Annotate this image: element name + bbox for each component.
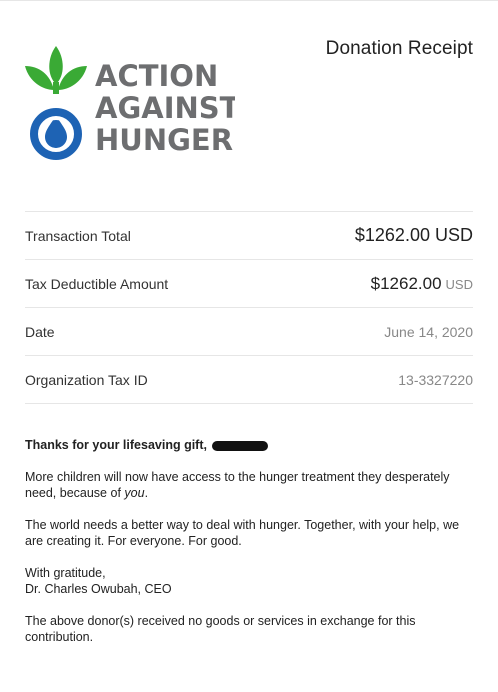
tax-id-row: Organization Tax ID 13-3327220 <box>25 355 473 404</box>
top-divider <box>0 0 498 1</box>
tax-deductible-row: Tax Deductible Amount $1262.00 USD <box>25 259 473 307</box>
receipt-details: Transaction Total $1262.00 USD Tax Deduc… <box>25 211 473 404</box>
logo-line-2: AGAINST <box>95 91 235 125</box>
impact-emphasis: you <box>124 486 145 500</box>
impact-text: More children will now have access to th… <box>25 470 450 500</box>
leaf-icon <box>25 46 87 94</box>
thanks-heading: Thanks for your lifesaving gift, <box>25 437 473 453</box>
date-label: Date <box>25 323 55 340</box>
transaction-total-amount: $1262.00 <box>354 225 430 245</box>
disclaimer-text: The above donor(s) received no goods or … <box>25 614 416 644</box>
transaction-total-label: Transaction Total <box>25 227 131 244</box>
transaction-total-row: Transaction Total $1262.00 USD <box>25 211 473 259</box>
tax-deductible-unit: USD <box>445 276 473 292</box>
signature-closing: With gratitude, <box>25 566 106 580</box>
receipt-title: Donation Receipt <box>325 38 473 59</box>
redacted-name <box>212 440 269 451</box>
thanks-text: Thanks for your lifesaving gift, <box>25 438 207 452</box>
date-value: June 14, 2020 <box>384 323 473 340</box>
date-row: Date June 14, 2020 <box>25 307 473 355</box>
transaction-total-unit: USD <box>434 225 473 245</box>
water-drop-icon <box>30 108 82 160</box>
signature-block: With gratitude, Dr. Charles Owubah, CEO <box>25 565 473 597</box>
impact-end: . <box>144 486 149 500</box>
impact-paragraph: More children will now have access to th… <box>25 469 473 501</box>
transaction-total-value: $1262.00 USD <box>355 225 473 246</box>
action-against-hunger-logo: ACTION AGAINST HUNGER <box>25 46 235 160</box>
tax-id-value: 13-3327220 <box>398 371 473 388</box>
signature-name: Dr. Charles Owubah, CEO <box>25 582 172 596</box>
logo-line-3: HUNGER <box>95 123 233 157</box>
tax-id-label: Organization Tax ID <box>25 371 148 388</box>
receipt-header: ACTION AGAINST HUNGER Donation Receipt <box>25 38 473 168</box>
thank-you-message: Thanks for your lifesaving gift, More ch… <box>25 437 473 661</box>
logo-line-1: ACTION <box>95 59 218 93</box>
tax-deductible-amount: $1262.00 <box>370 273 442 293</box>
tax-deductible-label: Tax Deductible Amount <box>25 275 169 292</box>
tax-deductible-value: $1262.00 USD <box>371 274 473 294</box>
mission-paragraph: The world needs a better way to deal wit… <box>25 518 460 548</box>
